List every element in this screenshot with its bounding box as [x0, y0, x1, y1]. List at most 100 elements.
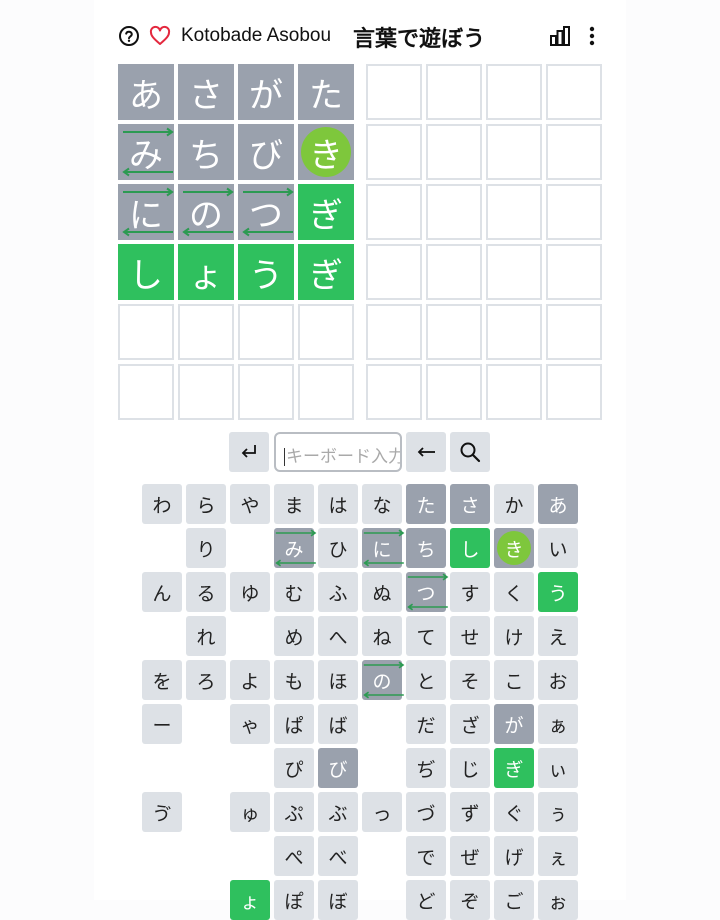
kana-key-label: じ	[460, 758, 480, 781]
kana-key[interactable]: そ	[450, 660, 490, 700]
kana-key[interactable]: ぇ	[538, 836, 578, 876]
kana-key[interactable]: は	[318, 484, 358, 524]
kana-key[interactable]: ざ	[450, 704, 490, 744]
kana-key[interactable]: べ	[318, 836, 358, 876]
kana-key-label: せ	[460, 626, 480, 649]
kana-key[interactable]: れ	[186, 616, 226, 656]
board-cell-empty	[366, 124, 422, 180]
kana-key[interactable]: ご	[494, 880, 534, 920]
kana-key[interactable]: ほ	[318, 660, 358, 700]
kana-key[interactable]: ず	[450, 792, 490, 832]
kana-key[interactable]: い	[538, 528, 578, 568]
kana-key[interactable]: か	[494, 484, 534, 524]
kana-key[interactable]: お	[538, 660, 578, 700]
kana-key[interactable]: ろ	[186, 660, 226, 700]
heart-icon[interactable]	[149, 25, 171, 47]
kana-key[interactable]: ぉ	[538, 880, 578, 920]
board-cell-empty	[118, 304, 174, 360]
kana-key[interactable]: こ	[494, 660, 534, 700]
kana-key[interactable]: え	[538, 616, 578, 656]
kana-key-label: ず	[460, 802, 480, 825]
kana-key[interactable]: つ	[406, 572, 449, 612]
kana-key[interactable]: ば	[318, 704, 358, 744]
kana-key[interactable]: び	[318, 748, 358, 788]
kana-key[interactable]: に	[362, 528, 405, 568]
kana-key[interactable]: む	[274, 572, 314, 612]
kana-key[interactable]: ぬ	[362, 572, 402, 612]
search-button[interactable]	[450, 432, 490, 472]
kana-key[interactable]: ぢ	[406, 748, 446, 788]
kana-key[interactable]: ら	[186, 484, 226, 524]
kana-key-label: ぉ	[548, 890, 568, 913]
kana-key-label: ょ	[240, 890, 260, 913]
kana-key[interactable]: ぺ	[274, 836, 314, 876]
kana-key[interactable]: し	[450, 528, 490, 568]
kana-key[interactable]: ぷ	[274, 792, 314, 832]
kana-key[interactable]: ゃ	[230, 704, 270, 744]
kana-key[interactable]: ん	[142, 572, 182, 612]
kana-key[interactable]: ぼ	[318, 880, 358, 920]
kana-key[interactable]: き	[494, 528, 534, 568]
kana-key[interactable]: ぞ	[450, 880, 490, 920]
kana-key[interactable]: も	[274, 660, 314, 700]
kana-key[interactable]: ぁ	[538, 704, 578, 744]
kana-key[interactable]: す	[450, 572, 490, 612]
kana-key-label: す	[460, 582, 480, 605]
kana-key[interactable]: で	[406, 836, 446, 876]
kana-key[interactable]: づ	[406, 792, 446, 832]
help-icon[interactable]	[118, 25, 140, 47]
kana-key[interactable]: う	[538, 572, 578, 612]
kana-key[interactable]: を	[142, 660, 182, 700]
kana-key[interactable]: く	[494, 572, 534, 612]
kana-key[interactable]: ゆ	[230, 572, 270, 612]
kana-key[interactable]: ぱ	[274, 704, 314, 744]
kana-key[interactable]: よ	[230, 660, 270, 700]
enter-button[interactable]	[229, 432, 269, 472]
kana-key[interactable]: ぎ	[494, 748, 534, 788]
kana-key[interactable]: り	[186, 528, 226, 568]
kana-key[interactable]: わ	[142, 484, 182, 524]
kana-key[interactable]: た	[406, 484, 446, 524]
kana-key[interactable]: ぶ	[318, 792, 358, 832]
kana-key[interactable]: が	[494, 704, 534, 744]
kana-key[interactable]: ゅ	[230, 792, 270, 832]
kana-key[interactable]: あ	[538, 484, 578, 524]
app-title-japanese: 言葉で遊ぼう	[353, 27, 486, 52]
kana-key[interactable]: ぴ	[274, 748, 314, 788]
kana-key[interactable]: ぃ	[538, 748, 578, 788]
kana-key[interactable]: ぅ	[538, 792, 578, 832]
kana-key[interactable]: げ	[494, 836, 534, 876]
board-cell-empty	[426, 184, 482, 240]
kana-key[interactable]: ふ	[318, 572, 358, 612]
kana-key[interactable]: ぜ	[450, 836, 490, 876]
kana-key[interactable]: せ	[450, 616, 490, 656]
keyboard-input[interactable]: キーボード入力	[274, 432, 402, 472]
kana-key[interactable]: ゔ	[142, 792, 182, 832]
kana-key[interactable]: っ	[362, 792, 402, 832]
kana-key[interactable]: さ	[450, 484, 490, 524]
kana-key[interactable]: け	[494, 616, 534, 656]
kana-key[interactable]: ょ	[230, 880, 270, 920]
more-icon[interactable]	[581, 25, 603, 47]
kana-key[interactable]: ー	[142, 704, 182, 744]
kana-key[interactable]: と	[406, 660, 446, 700]
kana-key[interactable]: ね	[362, 616, 402, 656]
kana-key[interactable]: な	[362, 484, 402, 524]
kana-key[interactable]: へ	[318, 616, 358, 656]
kana-key[interactable]: ま	[274, 484, 314, 524]
backspace-button[interactable]	[406, 432, 446, 472]
stats-icon[interactable]	[549, 25, 571, 47]
kana-key[interactable]: じ	[450, 748, 490, 788]
kana-key[interactable]: み	[274, 528, 317, 568]
kana-key[interactable]: の	[362, 660, 405, 700]
kana-key[interactable]: め	[274, 616, 314, 656]
kana-key[interactable]: や	[230, 484, 270, 524]
kana-key[interactable]: ひ	[318, 528, 358, 568]
kana-key[interactable]: る	[186, 572, 226, 612]
kana-key[interactable]: て	[406, 616, 446, 656]
kana-key[interactable]: ど	[406, 880, 446, 920]
kana-key[interactable]: ち	[406, 528, 446, 568]
kana-key[interactable]: だ	[406, 704, 446, 744]
kana-key[interactable]: ぽ	[274, 880, 314, 920]
kana-key[interactable]: ぐ	[494, 792, 534, 832]
